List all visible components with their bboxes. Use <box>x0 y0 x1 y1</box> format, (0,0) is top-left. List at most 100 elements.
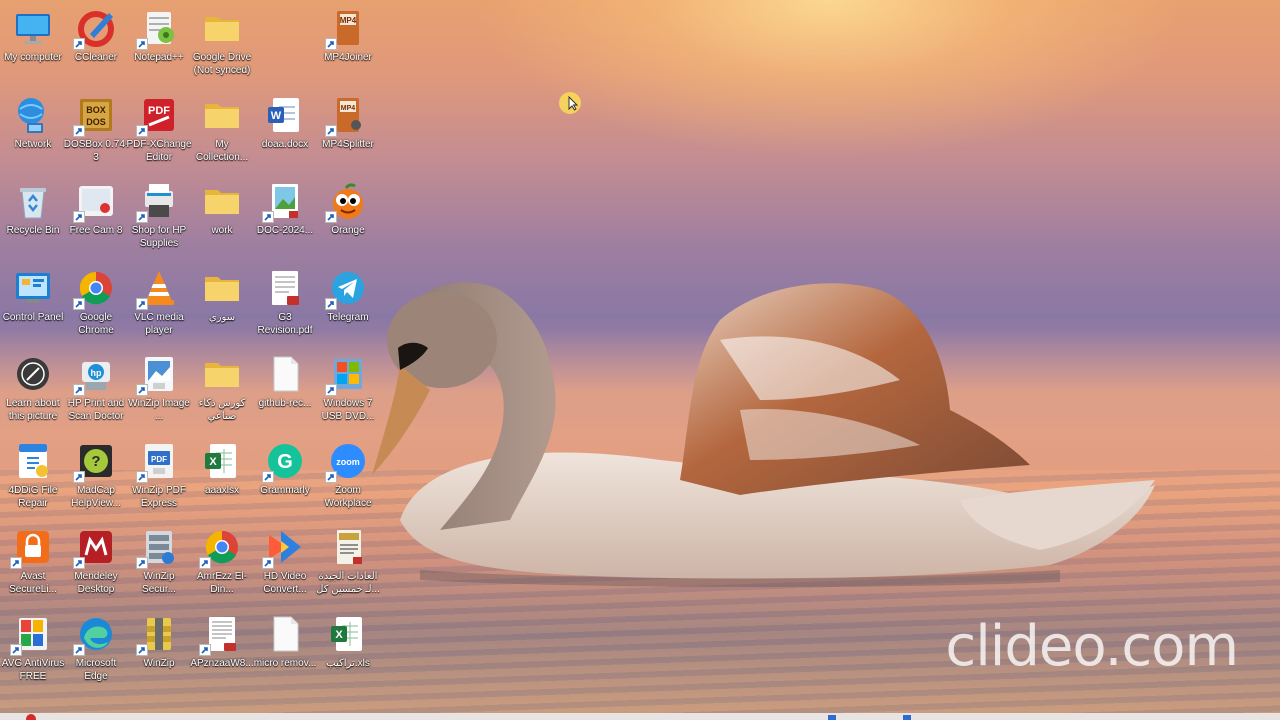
desktop-shortcut[interactable]: Free Cam 8 <box>63 173 129 257</box>
desktop-shortcut[interactable]: DOC-2024... <box>252 173 318 257</box>
blank-file-icon <box>265 354 305 394</box>
desktop-shortcut-label: doaa.docx <box>261 139 309 150</box>
desktop-shortcut[interactable]: كورس ذكاء صناعي <box>189 346 255 430</box>
desktop-shortcut[interactable]: MP4 MP4Splitter <box>315 87 381 171</box>
desktop-shortcut[interactable]: PDF WinZip PDF Express <box>126 433 192 517</box>
desktop-shortcut[interactable]: work <box>189 173 255 257</box>
desktop-shortcut[interactable]: Orange <box>315 173 381 257</box>
shortcut-arrow-icon <box>199 557 211 569</box>
taskbar-app-indicator[interactable] <box>26 714 36 720</box>
desktop-shortcut[interactable]: My computer <box>0 0 66 84</box>
network-icon <box>13 95 53 135</box>
desktop-shortcut-label: Mendeley Desktop <box>74 571 118 595</box>
desktop-shortcut-label: Google Chrome <box>78 312 114 336</box>
desktop-shortcut[interactable]: Recycle Bin <box>0 173 66 257</box>
desktop-shortcut[interactable]: MP4 MP4Joiner <box>315 0 381 84</box>
svg-text:DOS: DOS <box>86 117 106 127</box>
desktop-shortcut[interactable]: 4DDiG File Repair <box>0 433 66 517</box>
taskbar-app-indicator[interactable] <box>903 715 911 720</box>
desktop-shortcut[interactable]: Google Drive (Not synced) <box>189 0 255 84</box>
desktop-shortcut[interactable]: Telegram <box>315 260 381 344</box>
desktop-shortcut-label: CCleaner <box>74 52 118 63</box>
desktop-shortcut[interactable]: zoom Zoom Workplace <box>315 433 381 517</box>
4ddig-icon <box>13 441 53 481</box>
desktop-shortcut[interactable]: BOX DOS DOSBox 0.74-3 <box>63 87 129 171</box>
desktop-shortcut-label: Network <box>14 139 52 150</box>
desktop-shortcut[interactable]: github-rec... <box>252 346 318 430</box>
shortcut-arrow-icon <box>10 557 22 569</box>
shortcut-arrow-icon <box>73 384 85 396</box>
ccleaner-icon <box>73 8 116 50</box>
desktop-shortcut[interactable]: PDF PDF-XChange Editor <box>126 87 192 171</box>
desktop-shortcut[interactable]: Shop for HP Supplies <box>126 173 192 257</box>
svg-text:X: X <box>209 456 217 468</box>
desktop-shortcut[interactable]: AVG AntiVirus FREE <box>0 606 66 690</box>
desktop-shortcut[interactable]: My Collection... <box>189 87 255 171</box>
desktop-shortcut[interactable]: hp HP Print and Scan Doctor <box>63 346 129 430</box>
desktop-shortcut[interactable]: APznzaaW8... <box>189 606 255 690</box>
desktop-shortcut[interactable]: Google Chrome <box>63 260 129 344</box>
desktop-shortcut-label: WinZip PDF Express <box>132 485 186 509</box>
excel-file-icon: X <box>202 441 242 481</box>
desktop-shortcut[interactable]: WinZip Image ... <box>126 346 192 430</box>
winzip-icon <box>136 614 179 656</box>
desktop-shortcut[interactable]: Windows 7 USB DVD... <box>315 346 381 430</box>
taskbar-app-indicator[interactable] <box>828 715 836 720</box>
desktop-shortcut-label: WinZip Image ... <box>128 398 190 422</box>
desktop-shortcut[interactable]: HD Video Convert... <box>252 519 318 603</box>
shortcut-arrow-icon <box>136 38 148 50</box>
desktop-shortcut-label: github-rec... <box>258 398 312 409</box>
avast-secureline-icon <box>10 527 53 569</box>
svg-text:BOX: BOX <box>86 105 106 115</box>
desktop-shortcut[interactable]: X تراكيب.xls <box>315 606 381 690</box>
pdf-file-icon <box>265 268 305 308</box>
desktop-shortcut[interactable]: AmrEzz El-Din... <box>189 519 255 603</box>
desktop-shortcut-label: PDF-XChange Editor <box>126 139 192 163</box>
folder-icon <box>202 95 242 135</box>
desktop-shortcut[interactable]: micro remov... <box>252 606 318 690</box>
desktop-shortcut[interactable]: VLC media player <box>126 260 192 344</box>
desktop-shortcut[interactable]: Xaaaxlsx <box>189 433 255 517</box>
desktop-shortcut[interactable]: العادات الجيدة لـ خمسين كل... <box>315 519 381 603</box>
doc-image-icon <box>262 181 305 223</box>
desktop-shortcut[interactable]: Learn about this picture <box>0 346 66 430</box>
learn-picture-icon <box>13 354 53 394</box>
book-pdf-icon <box>328 527 368 567</box>
shortcut-arrow-icon <box>136 471 148 483</box>
shortcut-arrow-icon <box>73 38 85 50</box>
shortcut-arrow-icon <box>325 471 337 483</box>
desktop-shortcut[interactable]: G3 Revision.pdf <box>252 260 318 344</box>
madcap-icon: ? <box>73 441 116 483</box>
shortcut-arrow-icon <box>325 211 337 223</box>
desktop-shortcut[interactable]: Wdoaa.docx <box>252 87 318 171</box>
chrome-icon <box>199 527 242 569</box>
desktop-shortcut[interactable]: WinZip Secur... <box>126 519 192 603</box>
desktop-shortcut[interactable]: Microsoft Edge <box>63 606 129 690</box>
desktop[interactable]: My computer CCleaner Notepad++ Google Drive… <box>0 0 1280 720</box>
desktop-shortcut[interactable]: Mendeley Desktop <box>63 519 129 603</box>
monitor-icon <box>13 8 53 48</box>
shortcut-arrow-icon <box>73 125 85 137</box>
svg-text:X: X <box>335 629 343 641</box>
taskbar[interactable] <box>0 713 1280 720</box>
desktop-shortcut[interactable]: CCleaner <box>63 0 129 84</box>
desktop-shortcut[interactable]: G Grammarly <box>252 433 318 517</box>
svg-text:MP4: MP4 <box>341 105 356 112</box>
desktop-shortcut-label: Free Cam 8 <box>69 225 123 236</box>
desktop-shortcut[interactable]: WinZip <box>126 606 192 690</box>
desktop-shortcut[interactable]: سوري <box>189 260 255 344</box>
hd-video-icon <box>262 527 305 569</box>
desktop-shortcut[interactable]: Control Panel <box>0 260 66 344</box>
desktop-shortcut[interactable]: Network <box>0 87 66 171</box>
svg-text:PDF: PDF <box>151 455 167 464</box>
wallpaper-swan <box>372 282 1155 588</box>
notepadpp-icon <box>136 8 179 50</box>
svg-text:W: W <box>271 110 282 122</box>
desktop-shortcut[interactable]: Notepad++ <box>126 0 192 84</box>
desktop-shortcut[interactable]: ? MadCap HelpView... <box>63 433 129 517</box>
folder-icon <box>202 354 242 394</box>
desktop-shortcut[interactable]: Avast SecureLi... <box>0 519 66 603</box>
shortcut-arrow-icon <box>262 557 274 569</box>
desktop-shortcut-label: VLC media player <box>134 312 184 336</box>
desktop-shortcut-label: Avast SecureLi... <box>9 571 57 595</box>
